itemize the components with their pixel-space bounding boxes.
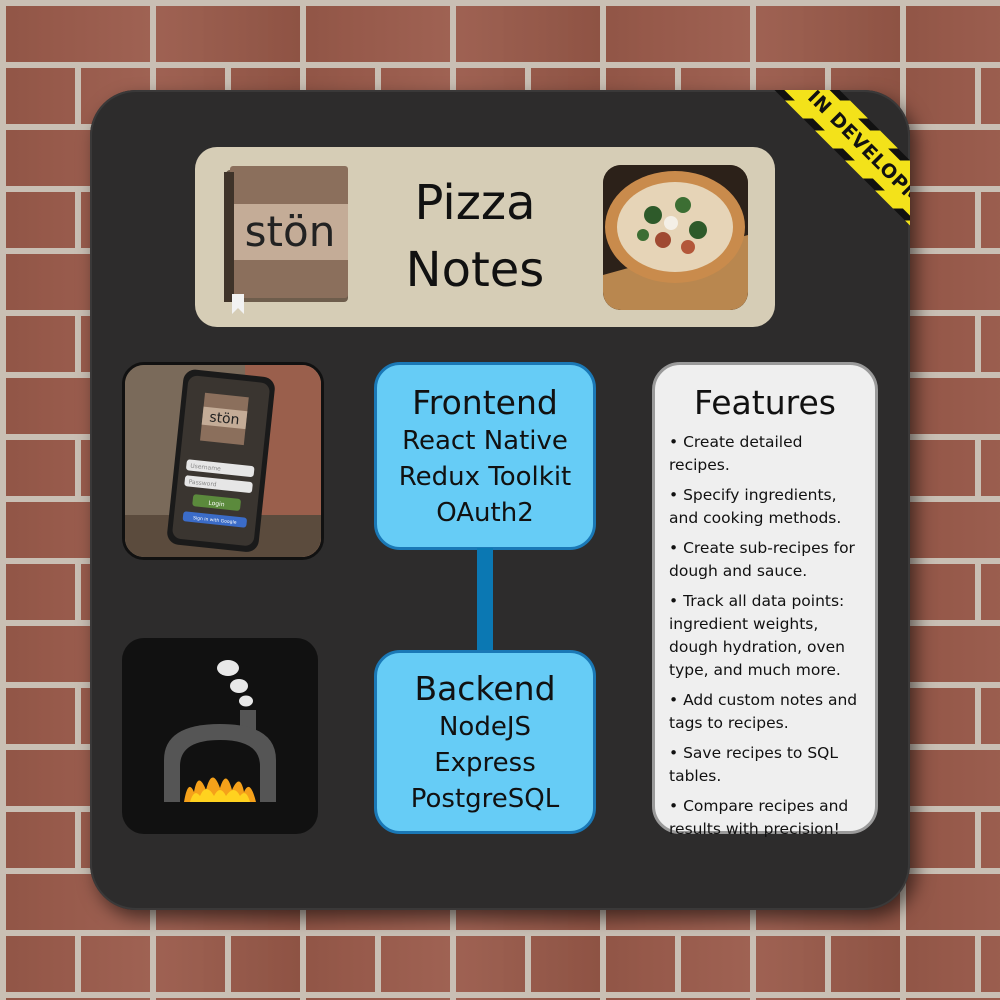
feature-item: Save recipes to SQL tables. [669,742,867,788]
feature-item: Create detailed recipes. [669,431,867,477]
title-notes: Notes [405,242,545,298]
backend-item: NodeJS [438,712,532,742]
pizza-oven-icon [122,638,318,834]
phone-mockup-image: stön Username Password Login Sign in wit… [122,362,324,560]
frontend-item: React Native [402,426,568,456]
feature-item: Create sub-recipes for dough and sauce. [669,537,867,583]
pizza-photo [603,165,748,310]
backend-item: PostgreSQL [410,784,560,814]
features-title: Features [694,383,836,422]
features-list: Create detailed recipes. Specify ingredi… [655,431,875,841]
backend-title: Backend [414,669,556,708]
frontend-item: OAuth2 [436,498,534,528]
frontend-title: Frontend [412,383,558,422]
backend-item: Express [434,748,536,778]
feature-item: Specify ingredients, and cooking methods… [669,484,867,530]
frontend-item: Redux Toolkit [398,462,572,492]
feature-item: Track all data points: ingredient weight… [669,590,867,682]
backend-card: Backend NodeJS Express PostgreSQL [374,650,596,834]
svg-text:stön: stön [209,409,241,428]
feature-item: Add custom notes and tags to recipes. [669,689,867,735]
ribbon-label: IN DEVELOPMENT [768,90,910,275]
in-development-ribbon: IN DEVELOPMENT [757,90,910,286]
stack-connector [477,548,493,652]
feature-item: Compare recipes and results with precisi… [669,795,867,841]
logo-text: stön [245,207,336,256]
features-card: Features Create detailed recipes. Specif… [652,362,878,838]
title-pizza: Pizza [414,175,536,231]
frontend-card: Frontend React Native Redux Toolkit OAut… [374,362,596,550]
ston-logo-book-icon: stön [224,166,348,314]
